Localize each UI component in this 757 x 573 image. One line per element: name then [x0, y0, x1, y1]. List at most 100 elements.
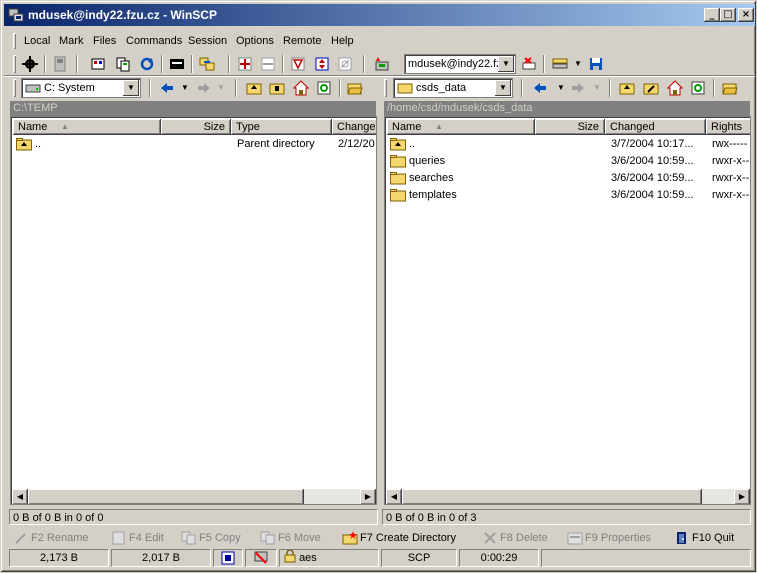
root-directory-button[interactable]: [268, 79, 286, 97]
forward-button[interactable]: [195, 79, 213, 97]
open-directory-button[interactable]: [721, 79, 739, 97]
column-header-changed[interactable]: Changed: [605, 119, 706, 135]
home-directory-button[interactable]: [292, 79, 310, 97]
scroll-right-button[interactable]: ▶: [734, 489, 750, 504]
chevron-down-icon[interactable]: ▼: [593, 83, 601, 92]
chevron-down-icon[interactable]: ▼: [498, 56, 514, 72]
column-header-size[interactable]: Size: [535, 119, 605, 135]
clear-selection-button[interactable]: [336, 55, 354, 73]
refresh-right-button[interactable]: [689, 79, 707, 97]
remote-file-list[interactable]: Name ▲ Size Changed Rights .. 3/7/2004 1…: [384, 116, 751, 505]
close-button[interactable]: ×: [738, 8, 754, 22]
title-bar[interactable]: mdusek@indy22.fzu.cz - WinSCP _ □ ×: [4, 4, 755, 26]
session-combo[interactable]: mdusek@indy22.fz ▼: [404, 54, 516, 74]
save-button[interactable]: [587, 55, 605, 73]
refresh-button[interactable]: [138, 55, 156, 73]
column-header-name[interactable]: Name ▲: [13, 119, 161, 135]
f9-properties-button[interactable]: F9 Properties: [567, 529, 651, 547]
open-directory-button[interactable]: [346, 79, 364, 97]
invert-selection-button[interactable]: [313, 55, 331, 73]
table-row[interactable]: queries 3/6/2004 10:59... rwxr-x---: [387, 153, 749, 170]
menu-help[interactable]: Help: [331, 35, 354, 47]
menu-session[interactable]: Session: [188, 35, 227, 47]
new-session-button[interactable]: [373, 55, 391, 73]
copy-to-clipboard-button[interactable]: [114, 55, 132, 73]
file-changed: 3/6/2004 10:59...: [611, 189, 694, 201]
column-header-type[interactable]: Type: [231, 119, 332, 135]
f10-quit-button[interactable]: F10 Quit: [674, 529, 734, 547]
f7-create-directory-button[interactable]: F7 Create Directory: [342, 529, 456, 547]
toolbar-separator: [228, 55, 230, 73]
root-directory-button[interactable]: [642, 79, 660, 97]
unselect-files-button[interactable]: [259, 55, 277, 73]
menu-remote[interactable]: Remote: [283, 35, 322, 47]
file-name: ..: [35, 138, 42, 150]
winscp-app-icon: [8, 8, 24, 22]
back-button[interactable]: [158, 79, 176, 97]
scroll-left-button[interactable]: ◀: [12, 489, 28, 504]
horizontal-scrollbar[interactable]: ◀ ▶: [12, 489, 376, 504]
table-row[interactable]: templates 3/6/2004 10:59... rwxr-x---: [387, 187, 749, 204]
synchronize-button[interactable]: [198, 55, 216, 73]
toolbar-separator: [76, 55, 78, 73]
parent-folder-icon: [16, 138, 32, 151]
chevron-down-icon[interactable]: ▼: [181, 83, 189, 92]
f6-move-button[interactable]: F6 Move: [260, 529, 321, 547]
refresh-left-button[interactable]: [315, 79, 333, 97]
disconnect-button[interactable]: [520, 55, 538, 73]
menu-options[interactable]: Options: [236, 35, 274, 47]
chevron-down-icon[interactable]: ▼: [123, 80, 139, 96]
f5-copy-button[interactable]: F5 Copy: [181, 529, 241, 547]
minimize-button[interactable]: _: [704, 8, 720, 22]
arrow-left-icon: [161, 83, 173, 93]
column-header-size[interactable]: Size: [161, 119, 231, 135]
f4-edit-button[interactable]: F4 Edit: [111, 529, 164, 547]
remote-directory-combo[interactable]: csds_data ▼: [393, 78, 513, 98]
menu-commands[interactable]: Commands: [126, 35, 182, 47]
table-row[interactable]: searches 3/6/2004 10:59... rwxr-x---: [387, 170, 749, 187]
table-row[interactable]: .. 3/7/2004 10:17... rwx-----: [387, 136, 749, 153]
chevron-down-icon[interactable]: ▼: [574, 59, 582, 68]
home-button[interactable]: [168, 55, 186, 73]
toolbar-separator: [149, 79, 151, 97]
compression-indicator[interactable]: [213, 549, 243, 567]
maximize-button[interactable]: □: [720, 8, 736, 22]
column-header-name[interactable]: Name ▲: [387, 119, 535, 135]
parent-directory-button[interactable]: [245, 79, 263, 97]
panel-splitter[interactable]: [378, 101, 383, 526]
filter-button[interactable]: [289, 55, 307, 73]
preferences-button[interactable]: [21, 55, 39, 73]
select-files-button[interactable]: [236, 55, 254, 73]
local-file-list[interactable]: Name ▲ Size Type Change .. Parent direct…: [10, 116, 377, 505]
column-header-rights[interactable]: Rights: [706, 119, 750, 135]
chevron-down-icon[interactable]: ▼: [557, 83, 565, 92]
table-row[interactable]: .. Parent directory 2/12/20: [13, 136, 375, 153]
toolbar-grip[interactable]: [13, 55, 16, 73]
save-session-button[interactable]: [551, 55, 569, 73]
menu-files[interactable]: Files: [93, 35, 116, 47]
chevron-down-icon[interactable]: ▼: [495, 80, 511, 96]
scroll-left-button[interactable]: ◀: [386, 489, 402, 504]
column-header-changed[interactable]: Change: [332, 119, 376, 135]
protocol-status: SCP: [381, 549, 457, 567]
forward-button[interactable]: [569, 79, 587, 97]
f2-rename-button[interactable]: F2 Rename: [13, 529, 88, 547]
console-button[interactable]: [51, 55, 69, 73]
menu-local[interactable]: Local: [24, 35, 50, 47]
toolbar-grip[interactable]: [13, 79, 16, 97]
back-button[interactable]: [531, 79, 549, 97]
home-directory-button[interactable]: [666, 79, 684, 97]
scroll-right-button[interactable]: ▶: [360, 489, 376, 504]
chevron-down-icon[interactable]: ▼: [217, 83, 225, 92]
scrollbar-thumb[interactable]: [28, 489, 304, 504]
horizontal-scrollbar[interactable]: ◀ ▶: [386, 489, 750, 504]
toolbar-grip[interactable]: [384, 79, 387, 97]
menu-mark[interactable]: Mark: [59, 35, 83, 47]
open-session-button[interactable]: [89, 55, 107, 73]
parent-directory-button[interactable]: [618, 79, 636, 97]
ssh-status-indicator[interactable]: [245, 549, 277, 567]
drive-combo[interactable]: C: System ▼: [21, 78, 141, 98]
new-folder-icon: [342, 531, 358, 545]
scrollbar-thumb[interactable]: [402, 489, 702, 504]
f8-delete-button[interactable]: F8 Delete: [482, 529, 548, 547]
